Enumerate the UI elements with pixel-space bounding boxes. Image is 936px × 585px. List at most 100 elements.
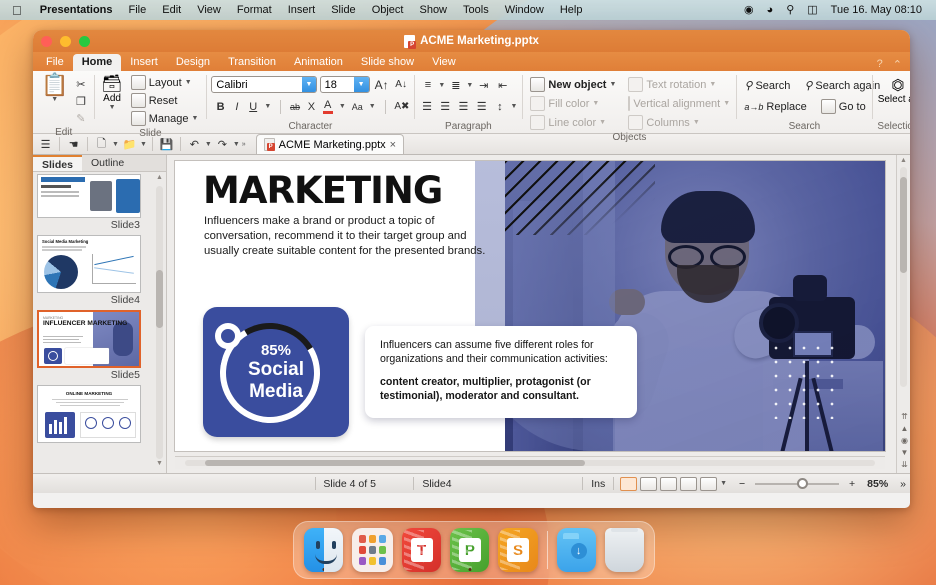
tab-design[interactable]: Design bbox=[167, 54, 219, 71]
view-normal-button[interactable] bbox=[620, 476, 638, 491]
dock-item-trash[interactable] bbox=[604, 528, 645, 572]
highlight-caret[interactable]: ▼ bbox=[369, 103, 376, 110]
line-spacing-caret[interactable]: ▼ bbox=[511, 103, 518, 110]
font-name-combobox[interactable]: ▼ bbox=[211, 76, 317, 93]
view-presentation-button[interactable] bbox=[700, 476, 718, 491]
zoom-level[interactable]: 85% bbox=[859, 478, 896, 490]
grow-font-icon[interactable]: A↑ bbox=[373, 77, 390, 93]
slide-panel-scroll-thumb[interactable] bbox=[156, 270, 163, 328]
slide-thumbnail-item[interactable]: ONLINE MARKETING bbox=[37, 385, 162, 446]
tab-animation[interactable]: Animation bbox=[285, 54, 352, 71]
layout-caret[interactable]: ▼ bbox=[185, 79, 192, 86]
font-size-combobox[interactable]: ▼ bbox=[319, 76, 371, 93]
dock-item-downloads[interactable]: ↓ bbox=[556, 528, 596, 572]
paste-dropdown-caret[interactable]: ▼ bbox=[51, 96, 58, 103]
paste-icon[interactable]: 📋 bbox=[41, 74, 68, 96]
bullet-list-button[interactable]: ≡ bbox=[419, 77, 436, 93]
superscript-button[interactable]: X bbox=[306, 99, 316, 115]
slide-thumbnail[interactable]: MARKETING INFLUENCER MARKETING bbox=[37, 310, 141, 368]
cut-icon[interactable]: ✂ bbox=[72, 76, 89, 92]
help-icon[interactable]: ? bbox=[877, 58, 883, 71]
copy-icon[interactable]: ❐ bbox=[72, 93, 89, 109]
hscroll-thumb[interactable] bbox=[205, 460, 585, 466]
statusbar-overflow[interactable]: » bbox=[896, 478, 910, 490]
control-center-icon[interactable]: ◉ bbox=[744, 4, 754, 16]
slide-thumbnail[interactable] bbox=[37, 174, 141, 218]
scroll-up-arrow-icon[interactable]: ▲ bbox=[155, 174, 164, 185]
layout-button[interactable]: Layout ▼ bbox=[128, 74, 202, 91]
file-tab[interactable]: ACME Marketing.pptx × bbox=[255, 134, 405, 154]
strikethrough-button[interactable]: ab bbox=[290, 99, 300, 115]
navigation-icon[interactable]: ◉ bbox=[901, 436, 908, 445]
wifi-icon[interactable]: ◕ bbox=[767, 4, 774, 16]
tab-outline[interactable]: Outline bbox=[82, 155, 133, 171]
slide-callout-box[interactable]: Influencers can assume five different ro… bbox=[365, 326, 637, 418]
add-slide-icon[interactable]: 🗃 bbox=[101, 74, 123, 93]
dock-item-presentations-app[interactable]: P bbox=[450, 528, 490, 572]
dock-item-finder[interactable] bbox=[304, 528, 344, 572]
social-media-badge[interactable]: 85% Social Media bbox=[203, 307, 349, 437]
align-center-button[interactable]: ☰ bbox=[438, 99, 453, 115]
line-spacing-button[interactable]: ↕ bbox=[492, 99, 507, 115]
slide-thumbnail-item[interactable]: Slide3 bbox=[37, 174, 162, 233]
search-button[interactable]: ⚲ Search bbox=[741, 78, 793, 93]
view-slide-sorter-button[interactable] bbox=[640, 476, 658, 491]
view-outline-button[interactable] bbox=[680, 476, 698, 491]
new-object-button[interactable]: New object ▼ bbox=[527, 76, 625, 93]
vscroll-thumb[interactable] bbox=[900, 177, 907, 273]
slide-body-text[interactable]: Influencers make a brand or product a to… bbox=[204, 214, 494, 259]
apple-menu-icon[interactable]:  bbox=[12, 4, 22, 17]
bullet-list-caret[interactable]: ▼ bbox=[438, 82, 445, 89]
redo-icon[interactable]: ↷ bbox=[214, 136, 231, 152]
shrink-font-icon[interactable]: A↓ bbox=[393, 77, 410, 93]
manage-caret[interactable]: ▼ bbox=[191, 115, 198, 122]
select-all-label[interactable]: Select all bbox=[878, 94, 910, 105]
italic-button[interactable]: I bbox=[232, 99, 242, 115]
bold-button[interactable]: B bbox=[215, 99, 225, 115]
go-to-button[interactable]: Go to bbox=[818, 98, 869, 115]
sidebar-toggle-icon[interactable]: ☰ bbox=[37, 136, 54, 152]
align-left-button[interactable]: ☰ bbox=[419, 99, 434, 115]
next-slide-icon[interactable]: ▼ bbox=[901, 448, 909, 457]
underline-button[interactable]: U bbox=[248, 99, 258, 115]
menu-item-format[interactable]: Format bbox=[229, 4, 280, 16]
menu-item-file[interactable]: File bbox=[121, 4, 155, 16]
tab-slides[interactable]: Slides bbox=[33, 155, 82, 171]
slide-thumbnail-item-selected[interactable]: MARKETING INFLUENCER MARKETING Slide5 bbox=[37, 310, 162, 383]
slide-title-text[interactable]: MARKETING bbox=[203, 169, 443, 212]
dock-item-spreadsheet-app[interactable]: S bbox=[498, 528, 538, 572]
menu-item-slide[interactable]: Slide bbox=[323, 4, 363, 16]
display-icon[interactable]: ◫ bbox=[807, 4, 817, 16]
new-object-caret[interactable]: ▼ bbox=[609, 81, 616, 88]
canvas-horizontal-scrollbar[interactable] bbox=[175, 456, 885, 469]
tab-transition[interactable]: Transition bbox=[219, 54, 285, 71]
font-size-caret[interactable]: ▼ bbox=[353, 77, 369, 92]
zoom-out-button[interactable]: − bbox=[735, 478, 749, 490]
undo-caret[interactable]: ▼ bbox=[205, 141, 212, 148]
menu-clock[interactable]: Tue 16. May 08:10 bbox=[831, 4, 922, 16]
dock-item-launchpad[interactable] bbox=[352, 528, 393, 572]
search-again-button[interactable]: ⚲ Search again bbox=[801, 78, 883, 93]
slide-canvas[interactable]: MARKETING Influencers make a brand or pr… bbox=[175, 161, 885, 451]
menu-item-show[interactable]: Show bbox=[411, 4, 455, 16]
menu-item-help[interactable]: Help bbox=[552, 4, 591, 16]
font-name-caret[interactable]: ▼ bbox=[302, 77, 316, 92]
file-tab-close-icon[interactable]: × bbox=[390, 139, 396, 151]
slide-panel-scrollbar[interactable]: ▲ ▼ bbox=[155, 174, 164, 471]
numbered-list-button[interactable]: ≣ bbox=[447, 77, 464, 93]
tab-home[interactable]: Home bbox=[72, 54, 122, 71]
slide-thumbnail[interactable]: ONLINE MARKETING bbox=[37, 385, 141, 443]
toolbar-overflow-icon[interactable]: » bbox=[242, 141, 246, 148]
zoom-slider[interactable] bbox=[755, 477, 839, 490]
add-slide-label[interactable]: Add bbox=[103, 93, 121, 104]
previous-slide-icon[interactable]: ▲ bbox=[901, 424, 909, 433]
menu-item-tools[interactable]: Tools bbox=[455, 4, 497, 16]
font-size-input[interactable] bbox=[320, 77, 354, 92]
manage-button[interactable]: Manage ▼ bbox=[128, 110, 202, 127]
menu-item-object[interactable]: Object bbox=[364, 4, 412, 16]
menu-item-view[interactable]: View bbox=[189, 4, 229, 16]
redo-caret[interactable]: ▼ bbox=[233, 141, 240, 148]
search-icon[interactable]: ⚲ bbox=[786, 4, 794, 16]
justify-button[interactable]: ☰ bbox=[474, 99, 489, 115]
replace-button[interactable]: a→b Replace bbox=[741, 100, 809, 114]
